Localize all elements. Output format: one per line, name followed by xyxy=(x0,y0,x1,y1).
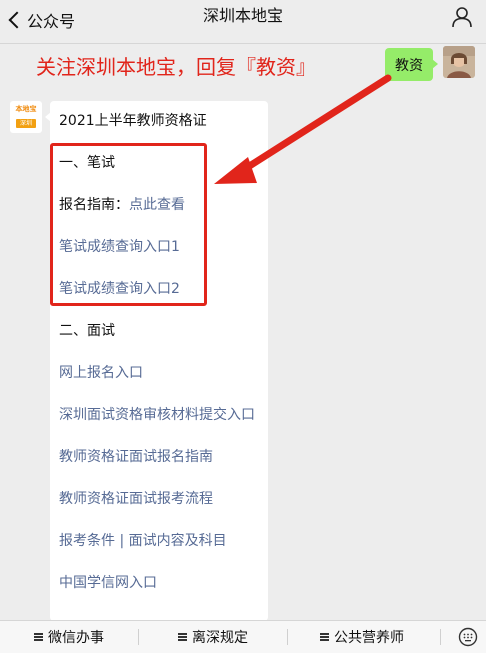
signup-guide-link[interactable]: 点此查看 xyxy=(129,197,185,213)
interview-process-link[interactable]: 教师资格证面试报考流程 xyxy=(59,489,213,509)
chsi-link[interactable]: 中国学信网入口 xyxy=(59,573,157,593)
menu-item-nutritionist[interactable]: 公共营养师 xyxy=(288,621,436,653)
material-submission-link[interactable]: 深圳面试资格审核材料提交入口 xyxy=(59,405,255,425)
signup-guide-label: 报名指南： xyxy=(59,197,129,213)
menu-item-label: 公共营养师 xyxy=(334,630,404,646)
signup-guide-row: 报名指南：点此查看 xyxy=(59,195,185,215)
conditions-subjects-link[interactable]: 报考条件 | 面试内容及科目 xyxy=(59,531,227,551)
written-exam-heading: 一、笔试 xyxy=(59,155,115,171)
bot-avatar[interactable]: 本地宝 深圳 xyxy=(10,101,42,133)
menu-icon xyxy=(320,633,329,641)
interview-heading: 二、面试 xyxy=(59,323,115,339)
menu-icon xyxy=(178,633,187,641)
keyboard-icon[interactable] xyxy=(458,627,478,647)
menu-divider xyxy=(440,629,441,645)
user-message-bubble: 教资 xyxy=(385,48,438,81)
top-bar: 公众号 深圳本地宝 xyxy=(0,0,486,44)
interview-guide-link[interactable]: 教师资格证面试报名指南 xyxy=(59,447,213,467)
logo-sub-text: 深圳 xyxy=(19,120,32,127)
menu-item-label: 离深规定 xyxy=(192,630,248,646)
user-avatar[interactable] xyxy=(443,46,475,78)
person-icon[interactable] xyxy=(450,5,474,29)
reply-heading: 2021上半年教师资格证 xyxy=(59,113,207,129)
page-title: 深圳本地宝 xyxy=(202,6,283,25)
online-signup-link[interactable]: 网上报名入口 xyxy=(59,363,143,383)
bot-message-bubble: 2021上半年教师资格证 一、笔试 报名指南：点此查看 笔试成绩查询入口1 笔试… xyxy=(45,101,268,621)
menu-item-leaving-rules[interactable]: 离深规定 xyxy=(139,621,287,653)
promo-text: 关注深圳本地宝，回复『教资』 xyxy=(36,55,316,79)
user-message-text: 教资 xyxy=(395,57,423,74)
score-query-link-2[interactable]: 笔试成绩查询入口2 xyxy=(59,279,180,299)
menu-item-label: 微信办事 xyxy=(48,630,104,646)
logo-text: 本地宝 xyxy=(15,105,37,113)
score-query-link-1[interactable]: 笔试成绩查询入口1 xyxy=(59,237,180,257)
menu-icon xyxy=(34,633,43,641)
menu-item-wechat-services[interactable]: 微信办事 xyxy=(0,621,138,653)
bottom-menu-bar: 微信办事 离深规定 公共营养师 xyxy=(0,620,486,653)
